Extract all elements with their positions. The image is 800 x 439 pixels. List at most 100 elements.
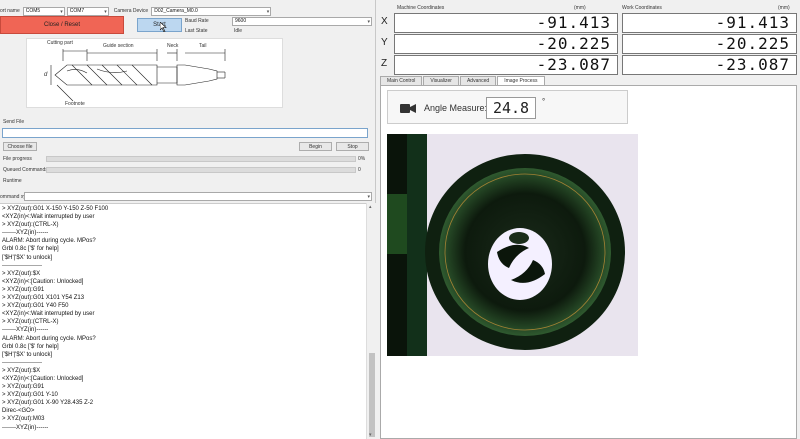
x-axis-row: X -91.413 -91.413 xyxy=(377,13,800,33)
close-reset-button[interactable]: Close / Reset xyxy=(0,16,124,34)
file-path-input[interactable] xyxy=(2,128,368,138)
mouse-cursor-icon xyxy=(160,22,167,32)
close-reset-label: Close / Reset xyxy=(43,22,80,28)
diameter-label: d xyxy=(44,72,48,78)
angle-unit: ° xyxy=(542,97,546,106)
choose-file-label: Choose file xyxy=(7,143,33,150)
port-label: ort name xyxy=(0,8,20,14)
begin-button[interactable]: Begin xyxy=(299,142,332,151)
scroll-up-icon[interactable]: ▴ xyxy=(369,204,372,210)
drill-diagram: Cutting part Guide section Neck Tail Foo… xyxy=(26,38,283,108)
device-toolbar: ort name COM5 ▾ COM7 ▾ Camera Device D02… xyxy=(0,6,272,16)
console-line: ALARM: Abort during cycle. MPos? xyxy=(2,238,96,245)
machine-z-value: -23.087 xyxy=(394,55,618,75)
console-line: <XYZ(in)<:Wait interrupted by user xyxy=(2,311,95,318)
console-line: Direc-<GO> xyxy=(2,408,35,415)
left-panel: ort name COM5 ▾ COM7 ▾ Camera Device D02… xyxy=(0,0,376,439)
console-line: > XYZ(out):M03 xyxy=(2,416,45,423)
file-progress-label: File progress xyxy=(3,156,32,162)
angle-measure-box: Angle Measure: 24.8 ° xyxy=(387,90,628,124)
port2-select-value: COM7 xyxy=(69,7,85,14)
baud-select-value: 9600 xyxy=(235,18,247,24)
console-line: -------------------- xyxy=(2,359,42,366)
console-line: > XYZ(out):G01 X-150 Y-150 Z-50 F100 xyxy=(2,206,109,212)
z-axis-label: Z xyxy=(381,58,388,69)
camera-select-value: D02_Camera_M0.0 xyxy=(154,7,198,14)
cutting-part-label: Cutting part xyxy=(47,40,73,46)
console-scrollbar[interactable]: ▴ ▾ xyxy=(366,203,376,439)
queued-commands-bar xyxy=(46,167,356,173)
baud-label: Baud Rate xyxy=(185,18,209,24)
tab-main-control[interactable]: Main Control xyxy=(380,76,423,85)
console-line: > XYZ(out):(CTRL-X) xyxy=(2,222,59,229)
console-line: > XYZ(out):$X xyxy=(2,270,41,277)
send-file-label: Send File xyxy=(3,119,25,125)
file-progress-percent: 0% xyxy=(358,156,366,162)
chevron-down-icon: ▾ xyxy=(60,8,63,15)
image-process-panel: Angle Measure: 24.8 ° xyxy=(380,85,797,439)
runtime-label: Runtime xyxy=(3,178,22,184)
stop-button[interactable]: Stop xyxy=(336,142,369,151)
main-tabs: Main Control Visualizer Advanced Image P… xyxy=(380,76,546,85)
last-state-value: Idle xyxy=(234,28,243,34)
console-line: -------XYZ(in)------ xyxy=(2,230,49,237)
baud-select[interactable]: 9600 ▾ xyxy=(232,17,372,26)
begin-label: Begin xyxy=(309,143,322,150)
console-line: ALARM: Abort during cycle. MPos? xyxy=(2,335,96,342)
console-line: > XYZ(out):G01 X101 Y54 Z13 xyxy=(2,295,85,302)
console-line: > XYZ(out):G01 Y40 F50 xyxy=(2,303,69,310)
port-select[interactable]: COM5 ▾ xyxy=(22,6,65,16)
console-line: -------XYZ(in)------ xyxy=(2,327,49,334)
command-input[interactable]: ▾ xyxy=(24,192,372,201)
scrollbar-thumb[interactable] xyxy=(369,353,375,437)
camera-image xyxy=(387,134,638,356)
y-axis-label: Y xyxy=(381,37,388,48)
choose-file-button[interactable]: Choose file xyxy=(3,142,37,151)
console-line: -------------------- xyxy=(2,262,42,269)
video-camera-icon xyxy=(400,104,416,113)
tab-image-process[interactable]: Image Process xyxy=(497,76,545,85)
last-state-label: Last State xyxy=(185,28,208,34)
scroll-down-icon[interactable]: ▾ xyxy=(369,432,372,438)
machine-coords-header: Machine Coordinates xyxy=(397,5,445,11)
console-log: > XYZ(out):G01 X-150 Y-150 Z-50 F100 <XYZ… xyxy=(0,203,366,439)
y-axis-row: Y -20.225 -20.225 xyxy=(377,34,800,54)
chevron-down-icon: ▾ xyxy=(367,194,370,200)
chevron-down-icon: ▾ xyxy=(266,8,270,15)
camera-select[interactable]: D02_Camera_M0.0 ▾ xyxy=(151,6,272,16)
angle-measure-value: 24.8 xyxy=(486,97,536,119)
console-line: Grbl 0.8c ['$' for help] xyxy=(2,246,59,253)
camera-preview xyxy=(387,134,638,356)
queued-commands-label: Queued Commands xyxy=(3,167,48,173)
machine-unit: (mm) xyxy=(574,5,586,11)
console-line: > XYZ(out):G01 X-90 Y28.435 Z-2 xyxy=(2,400,94,407)
console-line: > XYZ(out):$X xyxy=(2,367,41,374)
console-line: > XYZ(out):(CTRL-X) xyxy=(2,319,59,326)
console-line: -------XYZ(in)------ xyxy=(2,424,49,431)
file-progress-bar xyxy=(46,156,356,162)
chevron-down-icon: ▾ xyxy=(104,8,107,15)
console-line: <XYZ(in)<:[Caution: Unlocked] xyxy=(2,375,84,382)
console-line: > XYZ(out):G91 xyxy=(2,384,45,391)
port2-select[interactable]: COM7 ▾ xyxy=(66,6,109,16)
console-line: <XYZ(in)<:Wait interrupted by user xyxy=(2,214,95,221)
console-line: Grbl 0.8c ['$' for help] xyxy=(2,343,59,350)
console-line: <XYZ(in)<:[Caution: Unlocked] xyxy=(2,278,84,285)
drill-bit-drawing xyxy=(50,49,226,102)
console-line: ['$H'|'$X' to unlock] xyxy=(2,351,53,358)
chevron-down-icon: ▾ xyxy=(367,19,370,25)
x-axis-label: X xyxy=(381,16,388,27)
console-line: ['$H'|'$X' to unlock] xyxy=(2,254,53,261)
guide-section-label: Guide section xyxy=(103,43,134,49)
tab-visualizer[interactable]: Visualizer xyxy=(423,76,459,85)
z-axis-row: Z -23.087 -23.087 xyxy=(377,55,800,75)
camera-label: Camera Device xyxy=(113,8,149,14)
port-select-value: COM5 xyxy=(25,7,41,14)
work-unit: (mm) xyxy=(778,5,790,11)
work-x-value: -91.413 xyxy=(622,13,797,33)
console-line: > XYZ(out):G91 xyxy=(2,286,45,293)
tab-advanced[interactable]: Advanced xyxy=(459,76,497,85)
work-z-value: -23.087 xyxy=(622,55,797,75)
machine-y-value: -20.225 xyxy=(394,34,618,54)
neck-label: Neck xyxy=(167,43,179,49)
